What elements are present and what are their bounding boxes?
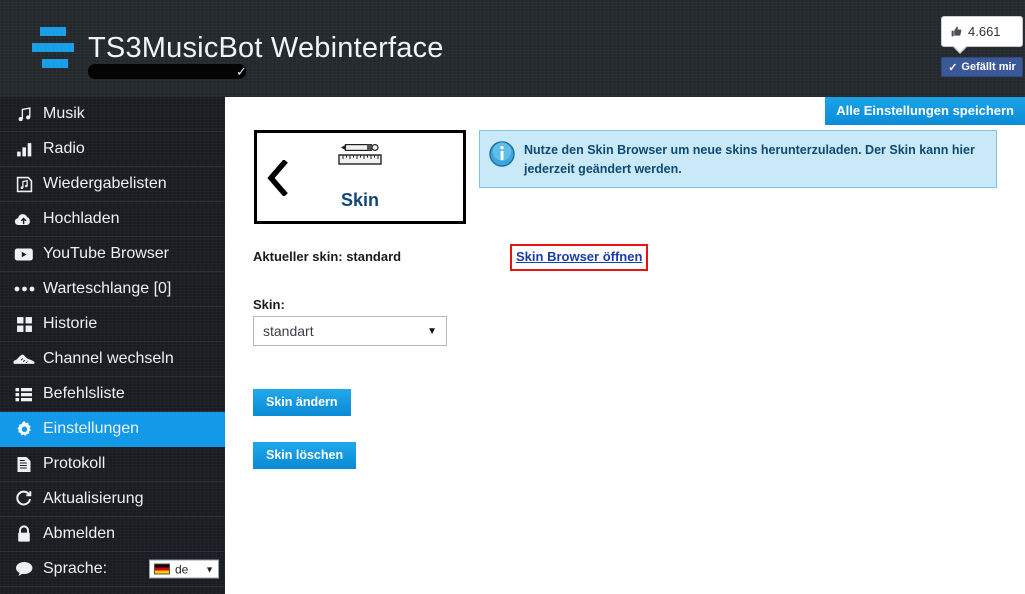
info-box-text: Nutze den Skin Browser um neue skins her… (524, 143, 975, 177)
info-icon (489, 141, 515, 167)
dots-icon (9, 278, 39, 300)
delete-skin-button[interactable]: Skin löschen (253, 442, 357, 469)
save-all-settings-button[interactable]: Alle Einstellungen speichern (825, 97, 1025, 125)
skin-browser-link-highlight: Skin Browser öffnen (510, 244, 649, 271)
list-icon (9, 383, 39, 405)
skin-field-label: Skin: (253, 297, 285, 312)
facebook-like-button[interactable]: ✓ Gefällt mir (941, 57, 1023, 77)
check-icon: ✓ (948, 61, 958, 74)
sidebar-item-label: Befehlsliste (43, 385, 125, 402)
chevron-down-icon: ▼ (205, 564, 214, 574)
sidebar-item-abmelden[interactable]: Abmelden (0, 517, 225, 552)
skin-select[interactable]: standart ▼ (253, 316, 447, 346)
sidebar-item-historie[interactable]: Historie (0, 307, 225, 342)
lock-icon (9, 523, 39, 545)
info-box: Nutze den Skin Browser um neue skins her… (479, 130, 997, 188)
sidebar-item-label: Channel wechseln (43, 350, 174, 367)
bars-logo-icon (29, 21, 83, 75)
sidebar-item-radio[interactable]: Radio (0, 132, 225, 167)
sidebar-item-label: Wiedergabelisten (43, 175, 167, 192)
sidebar-item-youtube-browser[interactable]: YouTube Browser (0, 237, 225, 272)
sidebar-item-label: Einstellungen (43, 420, 140, 437)
facebook-like-count-bubble: 4.661 (941, 16, 1023, 54)
playlist-icon (9, 173, 39, 195)
sidebar-item-hochladen[interactable]: Hochladen (0, 202, 225, 237)
grid-icon (9, 313, 39, 335)
sidebar-item-label: YouTube Browser (43, 245, 169, 262)
sidebar-item-label: Abmelden (43, 525, 116, 542)
sidebar-item-channel-wechseln[interactable]: Channel wechseln (0, 342, 225, 377)
facebook-like-widget[interactable]: 4.661 ✓ Gefällt mir (941, 16, 1023, 77)
german-flag-icon (154, 563, 170, 575)
skin-browser-link[interactable]: Skin Browser öffnen (516, 249, 642, 264)
main-content: Alle Einstellungen speichern Skin Nutze … (225, 97, 1025, 594)
sidebar-item-musik[interactable]: Musik (0, 97, 225, 132)
bar-chart-icon (9, 138, 39, 160)
cloud-upload-icon (9, 208, 39, 230)
skin-panel-title: Skin (340, 190, 379, 210)
app-window: TS3MusicBot Webinterface ✓ 4.661 ✓ Gefäl… (0, 0, 1025, 594)
current-skin-label: Aktueller skin: standard (253, 249, 402, 264)
music-note-icon (9, 103, 39, 125)
sidebar-item-warteschlange[interactable]: Warteschlange [0] (0, 272, 225, 307)
pencil-ruler-icon (338, 143, 382, 165)
redacted-subtitle (88, 64, 246, 79)
sidebar-item-label: Sprache: (43, 560, 108, 577)
skin-panel: Skin (254, 130, 466, 224)
sidebar-item-protokoll[interactable]: Protokoll (0, 447, 225, 482)
sidebar-item-label: Hochladen (43, 210, 120, 227)
page-title: TS3MusicBot Webinterface (88, 32, 444, 64)
sidebar-item-aktualisierung[interactable]: Aktualisierung (0, 482, 225, 517)
facebook-like-count: 4.661 (968, 24, 1001, 39)
sidebar: Musik Radio Wiedergabelisten Hochladen Y (0, 97, 225, 594)
sidebar-item-befehlsliste[interactable]: Befehlsliste (0, 377, 225, 412)
youtube-icon (9, 243, 39, 265)
speech-bubble-icon (9, 558, 39, 580)
change-skin-button[interactable]: Skin ändern (253, 389, 351, 416)
sidebar-item-einstellungen[interactable]: Einstellungen (0, 412, 225, 447)
language-value: de (175, 562, 189, 576)
sidebar-item-wiedergabelisten[interactable]: Wiedergabelisten (0, 167, 225, 202)
thumbs-up-icon (951, 26, 962, 37)
sidebar-item-label: Protokoll (43, 455, 106, 472)
gear-icon (9, 418, 39, 440)
facebook-like-label: Gefällt mir (961, 61, 1016, 73)
document-icon (9, 453, 39, 475)
skin-select-value: standart (263, 323, 314, 339)
refresh-icon (9, 488, 39, 510)
sidebar-item-label: Radio (43, 140, 85, 157)
check-icon: ✓ (236, 64, 247, 79)
shoe-icon (9, 348, 39, 370)
chevron-down-icon: ▼ (427, 325, 437, 337)
header: TS3MusicBot Webinterface ✓ 4.661 ✓ Gefäl… (0, 0, 1025, 97)
sidebar-item-label: Warteschlange [0] (43, 280, 172, 297)
sidebar-item-sprache: Sprache: de ▼ (0, 552, 225, 587)
language-select[interactable]: de ▼ (149, 559, 219, 579)
sidebar-item-label: Musik (43, 105, 85, 122)
sidebar-item-label: Historie (43, 315, 98, 332)
sidebar-item-label: Aktualisierung (43, 490, 144, 507)
